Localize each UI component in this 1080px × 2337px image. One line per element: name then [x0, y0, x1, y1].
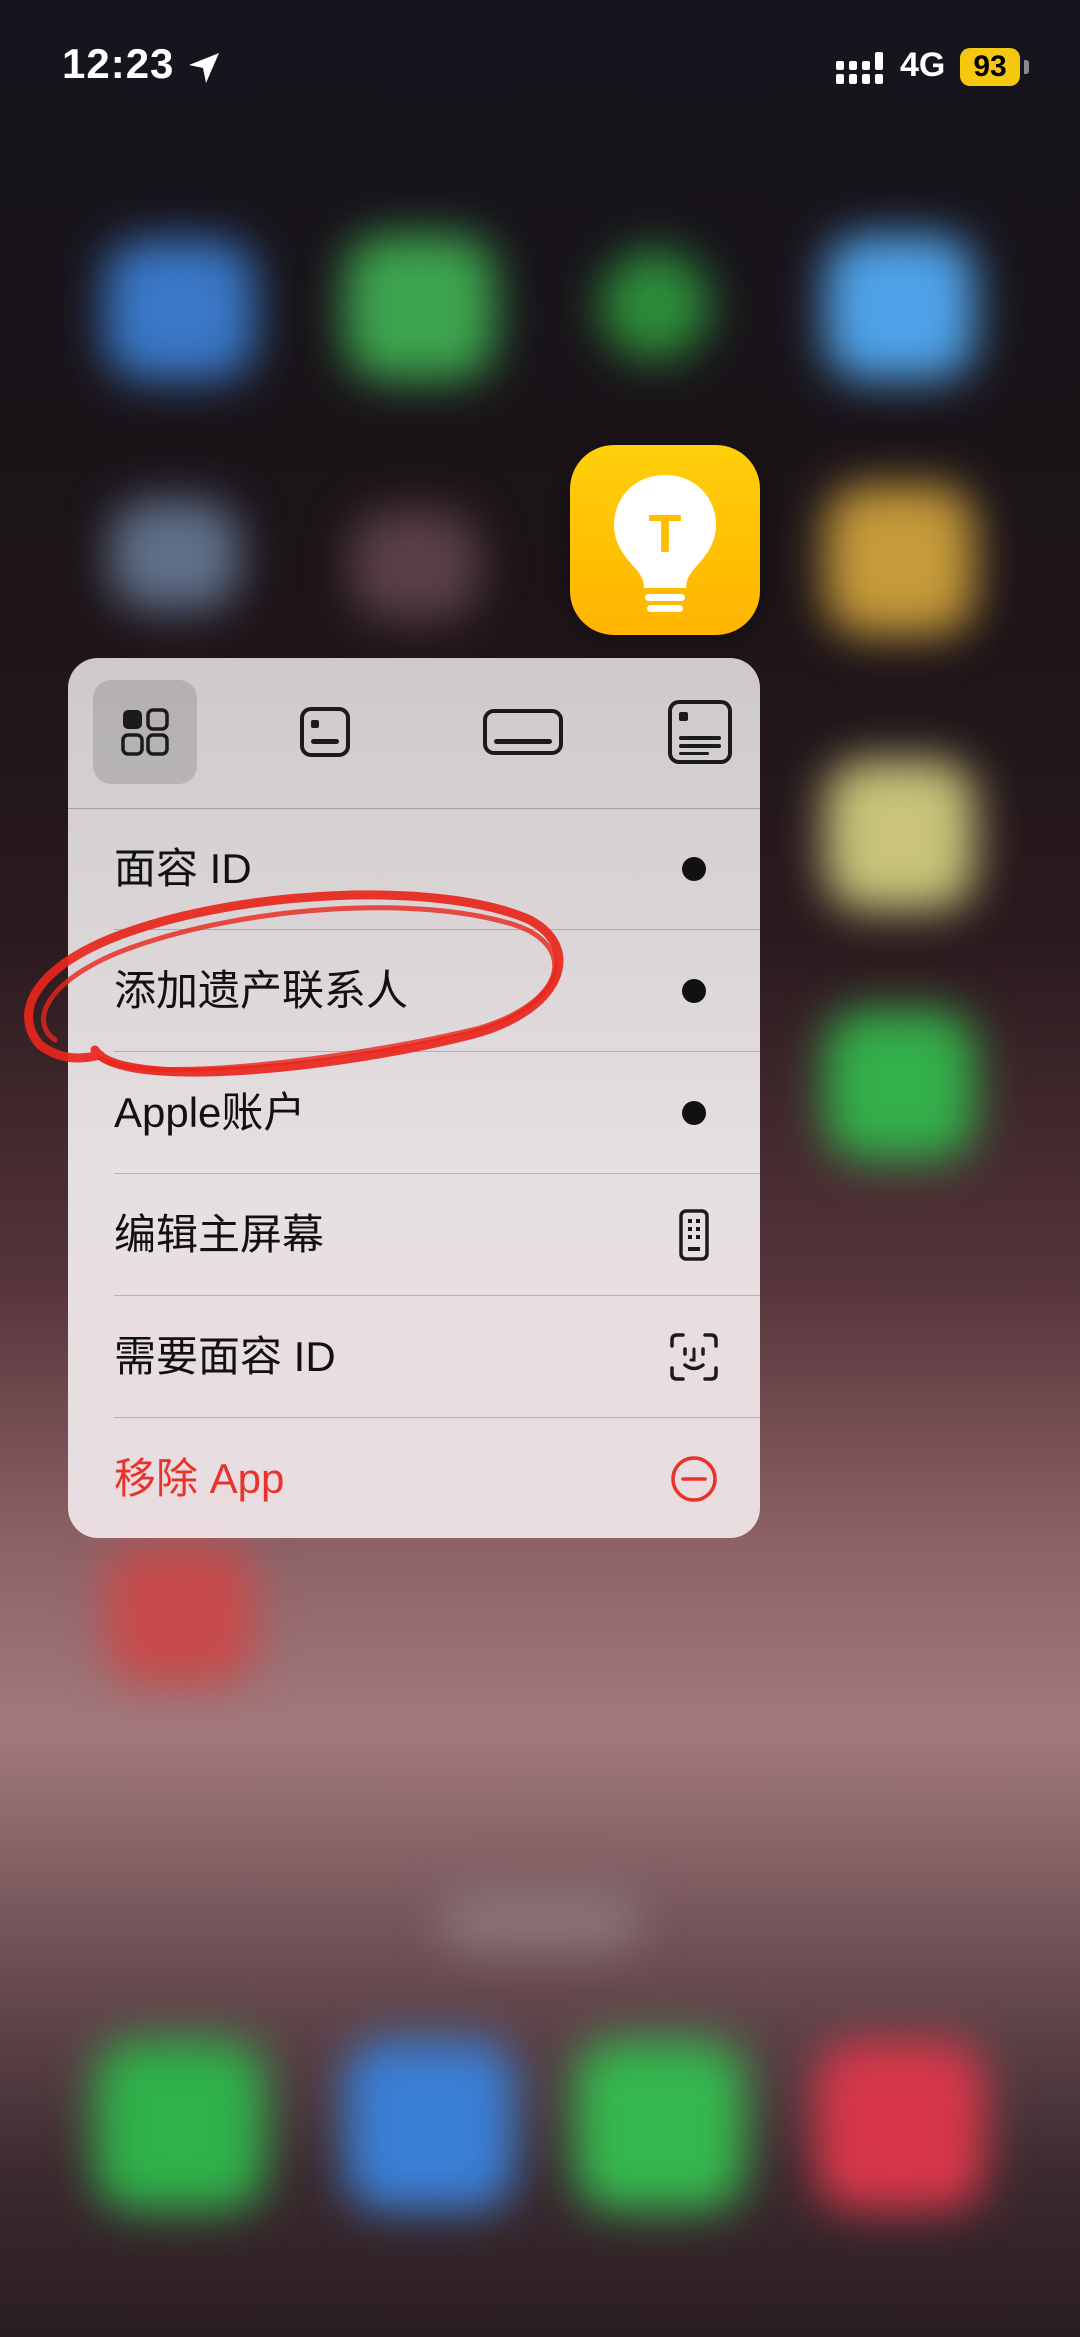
- blurred-app-icon: [110, 500, 240, 610]
- lightbulb-icon: T: [614, 475, 716, 612]
- dot-icon: [682, 1101, 706, 1125]
- small-widget-icon: [300, 707, 350, 757]
- phone-grid-icon: [679, 1209, 709, 1261]
- menu-item-label: 移除 App: [114, 1455, 285, 1502]
- cellular-signal-icon: [836, 52, 883, 84]
- blurred-dock-icon: [95, 2040, 265, 2210]
- blurred-app-icon: [105, 1545, 255, 1685]
- blurred-app-icon: [105, 240, 255, 380]
- widget-size-row: [68, 658, 760, 809]
- widget-size-large-button[interactable]: [648, 680, 752, 784]
- location-arrow-icon: [189, 53, 219, 83]
- battery-tip: [1024, 60, 1029, 74]
- status-time: 12:23: [62, 40, 175, 87]
- blurred-app-icon: [825, 1010, 975, 1160]
- menu-item-label: 编辑主屏幕: [114, 1211, 325, 1258]
- menu-item-label: 面容 ID: [114, 845, 252, 892]
- menu-item-require-face-id[interactable]: 需要面容 ID: [68, 1296, 760, 1418]
- large-widget-icon: [668, 700, 732, 764]
- dot-icon: [682, 857, 706, 881]
- menu-item-add-legacy-contact[interactable]: 添加遗产联系人: [68, 930, 760, 1052]
- blurred-dock-icon: [815, 2040, 985, 2210]
- status-bar: 12:23 4G 93: [0, 0, 1080, 140]
- dot-icon: [682, 979, 706, 1003]
- menu-item-face-id[interactable]: 面容 ID: [68, 808, 760, 930]
- menu-item-remove-app[interactable]: 移除 App: [68, 1418, 760, 1538]
- network-type: 4G: [900, 46, 946, 84]
- blurred-app-icon: [825, 485, 975, 635]
- blurred-dock-icon: [575, 2040, 745, 2210]
- app-icon-glyph: T: [649, 504, 682, 564]
- blurred-app-icon: [825, 760, 975, 910]
- blurred-app-icon: [345, 235, 495, 380]
- menu-item-label: 需要面容 ID: [114, 1333, 336, 1380]
- widget-size-medium-button[interactable]: [471, 680, 575, 784]
- blurred-app-icon: [350, 510, 480, 620]
- menu-item-label: 添加遗产联系人: [114, 967, 409, 1014]
- minus-circle-icon: [671, 1456, 717, 1502]
- grid-icon: [121, 708, 169, 756]
- menu-item-label: Apple账户: [114, 1089, 306, 1136]
- blurred-page-dots: [440, 1890, 640, 1950]
- menu-item-edit-home-screen[interactable]: 编辑主屏幕: [68, 1174, 760, 1296]
- blurred-app-icon: [600, 250, 710, 360]
- battery-level: 93: [960, 48, 1020, 86]
- context-menu: 面容 ID 添加遗产联系人 Apple账户 编辑主屏幕 需要面容 ID 移除 A…: [68, 658, 760, 1538]
- menu-item-apple-account[interactable]: Apple账户: [68, 1052, 760, 1174]
- face-id-icon: [670, 1333, 718, 1381]
- app-icon-tips[interactable]: T: [570, 445, 760, 635]
- widget-size-small-button[interactable]: [273, 680, 377, 784]
- medium-widget-icon: [483, 709, 563, 755]
- blurred-dock-icon: [345, 2040, 515, 2210]
- widget-size-app-icon-button[interactable]: [93, 680, 197, 784]
- blurred-app-icon: [825, 235, 975, 380]
